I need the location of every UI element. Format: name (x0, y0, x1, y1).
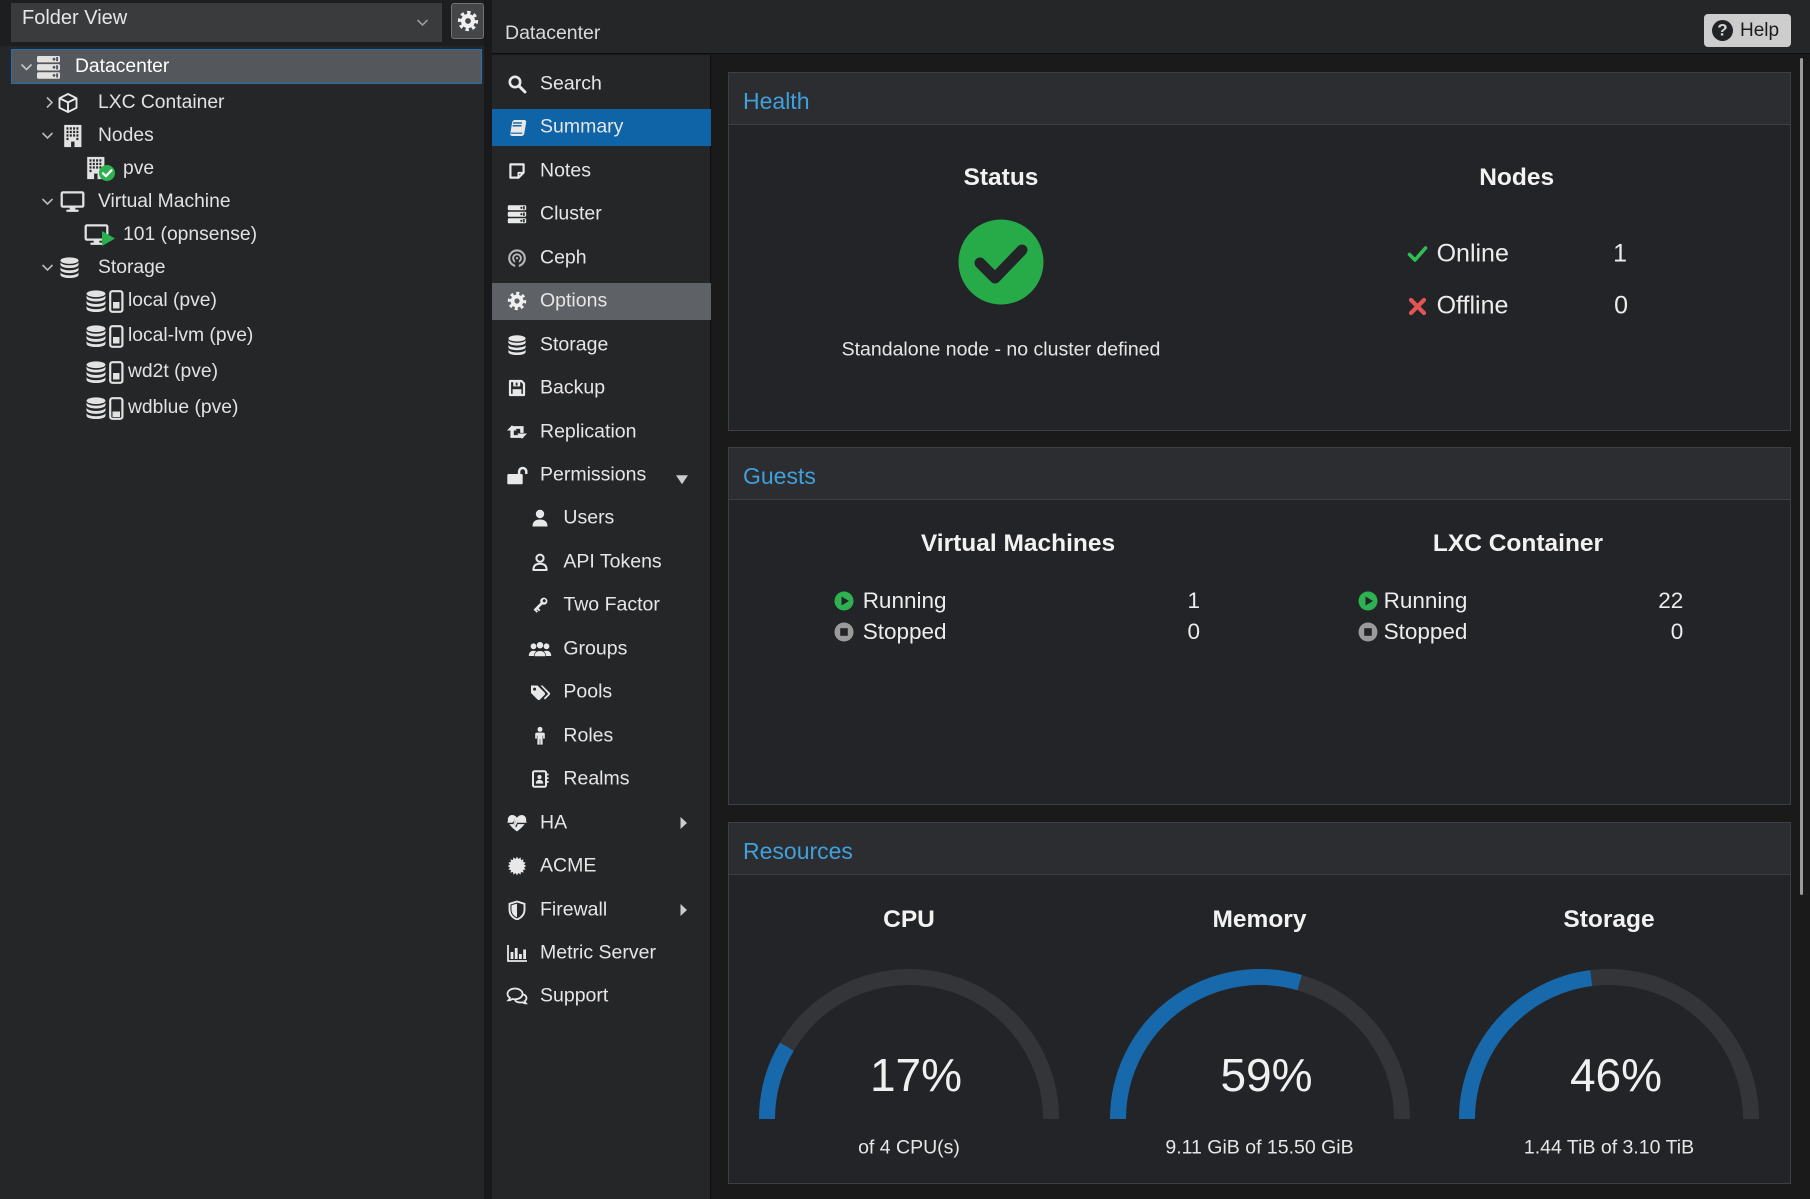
svg-text:?: ? (1717, 21, 1727, 40)
